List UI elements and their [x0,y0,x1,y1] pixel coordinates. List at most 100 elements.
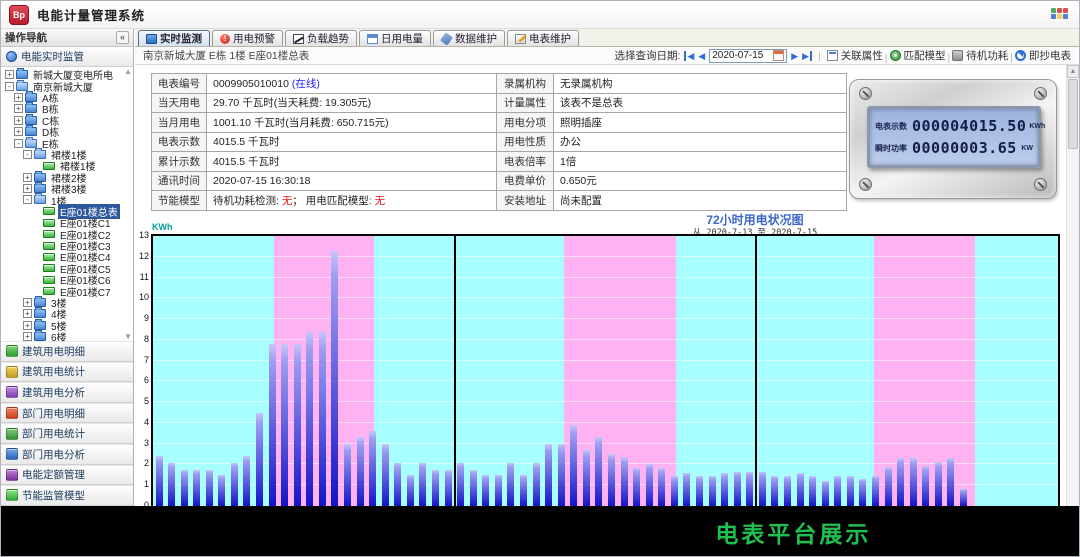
row-value: 该表不是总表 [554,93,847,113]
tree-expander-icon[interactable]: - [14,139,23,148]
row-label: 当天用电 [152,93,207,113]
tree-expander-icon[interactable]: + [14,104,23,113]
dept-red-icon [6,407,18,419]
sidebar-section-model-green[interactable]: 节能监管模型 [1,485,133,506]
sidebar-section-dept-green[interactable]: 部门用电统计 [1,423,133,444]
apps-grid-icon[interactable] [1051,8,1071,21]
sidebar-section-bldg-purple[interactable]: 建筑用电分析 [1,382,133,403]
tree-expander-icon[interactable]: - [23,150,32,159]
tab-wrench[interactable]: 数据维护 [433,30,505,46]
meter-icon [43,162,55,170]
tree-expander-icon[interactable]: + [23,321,32,330]
table-row: 电表示数4015.5 千瓦时用电性质办公 [152,132,847,152]
toolbar-button-refresh[interactable]: 即抄电表 [1015,48,1071,63]
tree-expander-icon[interactable]: + [23,184,32,193]
chart-bar [319,332,326,506]
tree-item[interactable]: +6楼 [1,331,133,341]
sidebar-collapse-button[interactable]: « [116,31,129,44]
props-icon [827,50,838,61]
row-value: 尚未配置 [554,191,847,211]
tree-expander-icon[interactable]: + [14,93,23,102]
chart-bar [269,344,276,506]
tree-scroll-up-icon[interactable]: ▲ [124,67,132,76]
tree-expander-icon[interactable]: + [14,116,23,125]
tree-expander-icon[interactable]: + [23,298,32,307]
sidebar: 操作导航 « 电能实时监管 ▲ ▼ +新城大厦变电所电-南京新城大厦+A栋+B栋… [1,29,134,556]
scroll-thumb[interactable] [1068,79,1078,149]
tab-monitor[interactable]: 实时监测 [138,30,210,46]
chart-bar [533,463,540,506]
value-segment: 1001.10 千瓦时(当月耗费: 650.715元) [213,117,389,129]
sidebar-section-dept-blue[interactable]: 部门用电分析 [1,444,133,465]
tree-scroll-down-icon[interactable]: ▼ [124,332,132,341]
tab-alert[interactable]: !用电预警 [212,30,283,46]
tree-expander-icon[interactable]: - [5,82,14,91]
sidebar-section-quota-purple[interactable]: 电能定额管理 [1,465,133,486]
y-tick-label: 9 [136,313,149,323]
date-input[interactable]: 2020-07-15 [709,49,787,63]
table-row: 当月用电1001.10 千瓦时(当月耗费: 650.715元)用电分项照明插座 [152,113,847,133]
tab-bar: 实时监测 !用电预警负载趋势日用电量数据维护 电表维护 [135,29,1079,47]
meter-icon [43,276,55,284]
tab-calendar[interactable]: 日用电量 [359,30,431,46]
sidebar-section-bldg-yellow[interactable]: 建筑用电统计 [1,362,133,383]
chart-bar [608,454,615,506]
chart-bar [281,344,288,506]
tab-trend[interactable]: 负载趋势 [285,30,357,46]
tab-edit[interactable]: 电表维护 [507,30,579,46]
chart-bar [859,479,866,506]
chart-bar [910,458,917,506]
meter-icon [43,287,55,295]
toolbar-button-label: 即抄电表 [1029,48,1071,63]
tree-expander-icon[interactable]: + [5,70,14,79]
tree-item[interactable]: +B栋 [1,103,133,114]
tree-expander-icon[interactable]: + [23,173,32,182]
toolbar-button-standby[interactable]: 待机功耗 [952,48,1008,63]
chart-bar [344,444,351,506]
monitor-icon [146,34,157,44]
folder-icon [25,93,37,102]
row-value: 4015.5 千瓦时 [207,152,497,172]
calendar-icon[interactable] [773,50,784,61]
date-first-button[interactable]: ◀ [684,51,694,61]
gridline [153,339,1058,340]
chart-bar [709,476,716,506]
tree-expander-icon[interactable]: + [14,127,23,136]
toolbar-button-gear-green[interactable]: 匹配模型 [890,48,946,63]
chart-bar [797,473,804,506]
chart-bar [885,467,892,506]
grid-cell-icon [1051,14,1056,19]
tree-item[interactable]: +D栋 [1,126,133,137]
toolbar-button-label: 关联属性 [841,48,883,63]
tab-label: 电表维护 [529,31,571,46]
sidebar-section-bldg-green[interactable]: 建筑用电明细 [1,341,133,362]
chart-bar [960,489,967,506]
chart-bar [847,476,854,506]
date-last-button[interactable]: ▶ [802,51,812,61]
row-label: 录属机构 [497,74,554,94]
tree-expander-icon[interactable]: - [23,195,32,204]
meter-icon [43,219,55,227]
grid-cell-icon [1057,8,1062,13]
scroll-up-arrow[interactable]: ▲ [1067,65,1079,78]
row-label: 节能模型 [152,191,207,211]
date-prev-button[interactable]: ◀ [698,51,705,61]
vertical-scrollbar[interactable]: ▲ [1066,65,1079,556]
gridline [153,443,1058,444]
value-segment: 0009905010010 [213,78,292,90]
chart-bar [243,456,250,506]
sidebar-section-dept-red[interactable]: 部门用电明细 [1,403,133,424]
footer-banner: 电表平台展示 [1,506,1079,557]
tab-label: 实时监测 [160,31,202,46]
lcd-unit: KW [1021,145,1033,152]
sidebar-section-label: 建筑用电统计 [22,364,85,379]
toolbar-button-props[interactable]: 关联属性 [827,48,883,63]
tree-item[interactable]: +C栋 [1,115,133,126]
sidebar-section-realtime[interactable]: 电能实时监管 [1,47,133,67]
sidebar-section-label: 部门用电统计 [22,426,85,441]
grid-cell-icon [1051,8,1056,13]
tree-expander-icon[interactable]: + [23,309,32,318]
date-next-button[interactable]: ▶ [791,51,798,61]
action-buttons: 关联属性|匹配模型|待机功耗|即抄电表 [827,48,1071,64]
tree-expander-icon[interactable]: + [23,332,32,341]
